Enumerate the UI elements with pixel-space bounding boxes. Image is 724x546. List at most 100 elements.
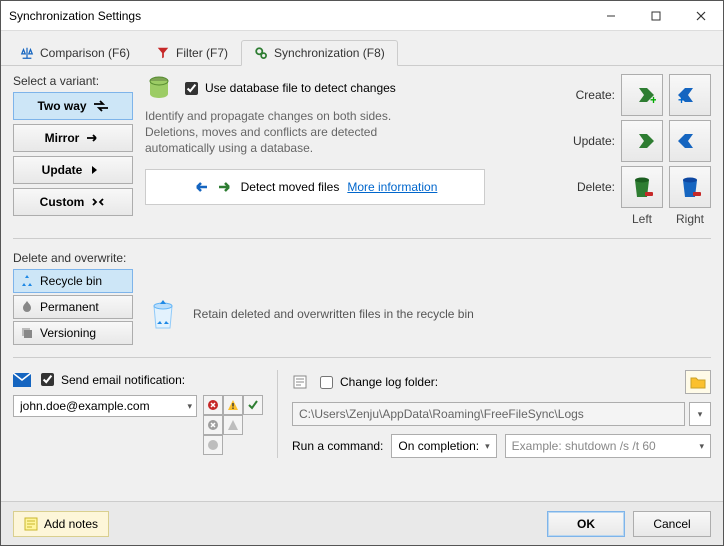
variant-label: Custom <box>40 195 85 209</box>
create-right-button[interactable]: + <box>669 74 711 116</box>
window-title: Synchronization Settings <box>9 9 588 23</box>
arrow-right-green-icon <box>628 130 656 152</box>
email-input[interactable] <box>18 398 187 414</box>
button-label: Cancel <box>653 517 690 531</box>
minimize-button[interactable] <box>588 1 633 30</box>
tab-comparison[interactable]: Comparison (F6) <box>7 40 143 66</box>
use-database-checkbox[interactable]: Use database file to detect changes <box>181 79 396 98</box>
two-way-icon <box>93 98 109 114</box>
ok-button[interactable]: OK <box>547 511 625 537</box>
notify-condition-grid <box>203 395 263 455</box>
delete-description: Retain deleted and overwritten files in … <box>193 307 474 321</box>
chevron-down-icon: ▾ <box>698 409 703 420</box>
error-off-icon <box>207 439 219 451</box>
tab-bar: Comparison (F6) Filter (F7) Synchronizat… <box>1 31 723 66</box>
update-right-button[interactable] <box>669 120 711 162</box>
delete-left-button[interactable] <box>621 166 663 208</box>
variant-update-button[interactable]: Update <box>13 156 133 184</box>
custom-icon <box>90 194 106 210</box>
browse-folder-button[interactable] <box>685 370 711 394</box>
placeholder-text: Example: shutdown /s /t 60 <box>512 439 694 453</box>
button-label: Recycle bin <box>40 274 102 288</box>
button-label: Versioning <box>40 326 96 340</box>
warning-icon <box>227 399 239 411</box>
svg-text:+: + <box>650 93 656 106</box>
variant-label: Mirror <box>45 131 80 145</box>
close-button[interactable] <box>678 1 723 30</box>
svg-text:+: + <box>678 93 685 106</box>
maximize-button[interactable] <box>633 1 678 30</box>
notify-success-button[interactable] <box>243 395 263 415</box>
run-when-select[interactable]: On completion: ▾ <box>391 434 496 458</box>
tab-synchronization[interactable]: Synchronization (F8) <box>241 40 398 66</box>
bottom-section: Send email notification: ▾ <box>13 370 711 458</box>
database-icon <box>145 74 173 102</box>
button-label: OK <box>577 517 595 531</box>
detect-moved-box: Detect moved files More information <box>145 169 485 205</box>
stack-icon <box>20 326 34 340</box>
variant-two-way-button[interactable]: Two way <box>13 92 133 120</box>
trash-green-icon <box>630 174 654 200</box>
button-label: Permanent <box>40 300 99 314</box>
left-column-label: Left <box>621 212 663 226</box>
detect-moved-label: Detect moved files <box>241 180 340 194</box>
use-database-checkbox-input[interactable] <box>185 82 198 95</box>
run-command-combobox[interactable]: Example: shutdown /s /t 60 ▾ <box>505 434 711 458</box>
gears-icon <box>254 46 268 60</box>
chevron-down-icon: ▾ <box>187 401 192 412</box>
delete-right-button[interactable] <box>669 166 711 208</box>
recycle-bin-button[interactable]: Recycle bin <box>13 269 133 293</box>
tab-label: Comparison (F6) <box>40 46 130 60</box>
tab-label: Filter (F7) <box>176 46 228 60</box>
versioning-button[interactable]: Versioning <box>13 321 133 345</box>
variant-section: Select a variant: Two way Mirror Update <box>13 74 133 226</box>
checkbox-label: Use database file to detect changes <box>205 81 396 95</box>
variant-label: Two way <box>37 99 86 113</box>
delete-heading: Delete and overwrite: <box>13 251 711 265</box>
variant-custom-button[interactable]: Custom <box>13 188 133 216</box>
top-section: Select a variant: Two way Mirror Update <box>13 74 711 226</box>
variant-mirror-button[interactable]: Mirror <box>13 124 133 152</box>
variant-description: Identify and propagate changes on both s… <box>145 108 405 157</box>
trash-blue-icon <box>678 174 702 200</box>
email-section: Send email notification: ▾ <box>13 370 263 458</box>
dialog-body: Select a variant: Two way Mirror Update <box>1 66 723 501</box>
chevron-down-icon: ▾ <box>699 441 704 452</box>
variant-label: Update <box>42 163 83 177</box>
select-value: On completion: <box>398 439 479 453</box>
right-column-label: Right <box>669 212 711 226</box>
dialog-footer: Add notes OK Cancel <box>1 501 723 545</box>
send-email-checkbox[interactable]: Send email notification: <box>37 370 185 389</box>
notify-warning-disabled-button[interactable] <box>223 415 243 435</box>
arrow-left-blue-icon <box>676 130 704 152</box>
cancel-button[interactable]: Cancel <box>633 511 711 537</box>
folder-icon <box>690 375 706 389</box>
change-log-checkbox-input[interactable] <box>320 376 333 389</box>
settings-window: Synchronization Settings Comparison (F6)… <box>0 0 724 546</box>
change-log-checkbox[interactable]: Change log folder: <box>316 373 438 392</box>
notify-error-disabled-button[interactable] <box>203 415 223 435</box>
more-information-link[interactable]: More information <box>347 180 437 194</box>
tab-filter[interactable]: Filter (F7) <box>143 40 241 66</box>
notify-warning-button[interactable] <box>223 395 243 415</box>
update-left-button[interactable] <box>621 120 663 162</box>
run-command-label: Run a command: <box>292 439 383 453</box>
email-combobox[interactable]: ▾ <box>13 395 197 417</box>
add-notes-button[interactable]: Add notes <box>13 511 109 537</box>
recycle-icon <box>20 274 34 288</box>
mirror-icon <box>85 130 101 146</box>
tab-label: Synchronization (F8) <box>274 46 385 60</box>
update-icon <box>88 162 104 178</box>
error-grey-icon <box>207 419 219 431</box>
separator <box>13 357 711 358</box>
send-email-checkbox-input[interactable] <box>41 373 54 386</box>
create-label: Create: <box>565 88 615 102</box>
button-label: Add notes <box>44 517 98 531</box>
checkbox-label: Send email notification: <box>61 373 185 387</box>
notify-error-button[interactable] <box>203 395 223 415</box>
permanent-button[interactable]: Permanent <box>13 295 133 319</box>
notify-error-off-button[interactable] <box>203 435 223 455</box>
log-path-dropdown[interactable]: ▾ <box>689 402 711 426</box>
recycle-bin-icon <box>145 296 181 332</box>
create-left-button[interactable]: + <box>621 74 663 116</box>
